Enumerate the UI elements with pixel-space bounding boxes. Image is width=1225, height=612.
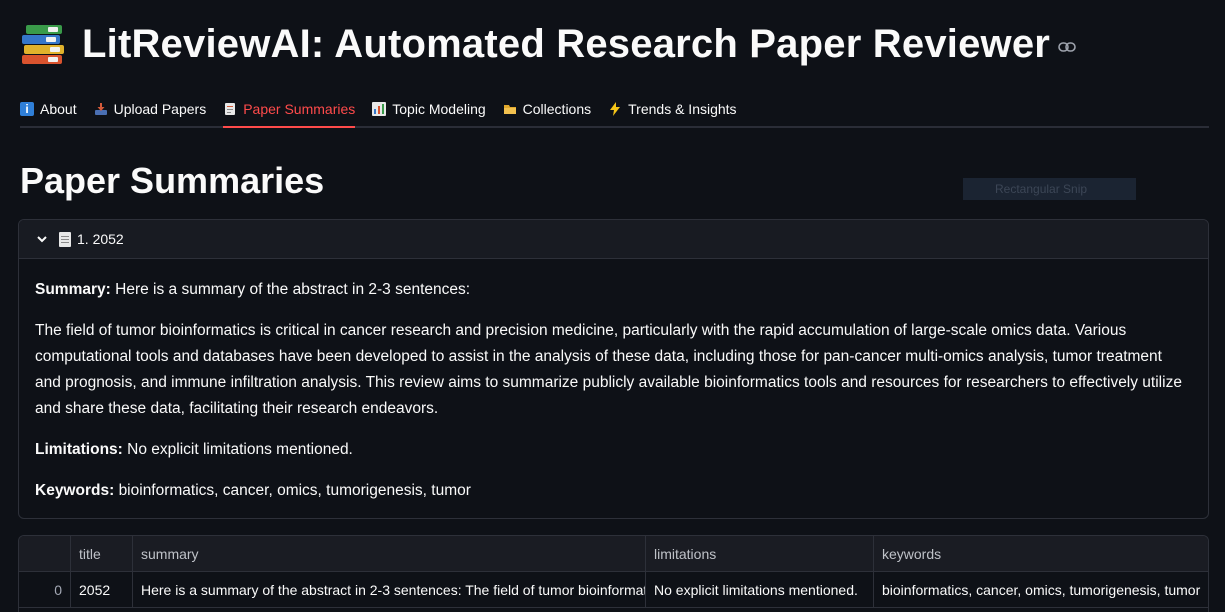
page-icon [59,231,71,247]
column-header-limitations[interactable]: limitations [646,536,874,572]
tab-label: Paper Summaries [243,101,356,117]
paper-expander: 1. 2052 Summary: Here is a summary of th… [18,219,1209,519]
table-cell-summary[interactable]: Here is a summary of the abstract in 2-3… [133,572,646,608]
tab-label: Collections [522,101,592,117]
expander-body: Summary: Here is a summary of the abstra… [19,259,1208,504]
page-heading: Paper Summaries [20,160,325,201]
info-icon: i [20,102,34,116]
summary-line: Summary: Here is a summary of the abstra… [35,277,1192,303]
tab-label: Trends & Insights [628,101,737,117]
link-icon[interactable] [1058,41,1076,53]
column-header-summary[interactable]: summary [133,536,646,572]
limitations-line: Limitations: No explicit limitations men… [35,437,1192,463]
inbox-tray-icon [94,102,108,116]
summary-intro: Here is a summary of the abstract in 2-3… [115,281,471,298]
expander-header[interactable]: 1. 2052 [19,220,1208,259]
table-header-row: title summary limitations keywords [19,536,1208,572]
tab-paper-summaries[interactable]: Paper Summaries [223,92,356,128]
tab-label: About [40,101,77,117]
keywords-line: Keywords: bioinformatics, cancer, omics,… [35,478,1192,504]
snip-overlay: Rectangular Snip [963,178,1136,200]
chevron-down-icon [37,236,47,243]
column-header-index[interactable] [19,536,71,572]
keywords-label: Keywords: [35,482,115,499]
tab-collections[interactable]: Collections [503,92,591,126]
table-row: 0 2052 Here is a summary of the abstract… [19,572,1208,608]
tab-bar: i About Upload Papers Paper Summaries To… [20,92,1209,128]
tab-topic-modeling[interactable]: Topic Modeling [372,92,486,126]
summary-table[interactable]: title summary limitations keywords 0 205… [18,535,1209,612]
bar-chart-icon [372,102,387,116]
limitations-label: Limitations: [35,441,123,458]
tab-label: Topic Modeling [392,101,486,117]
keywords-value: bioinformatics, cancer, omics, tumorigen… [118,482,471,499]
tab-upload-papers[interactable]: Upload Papers [94,92,207,126]
tab-about[interactable]: i About [20,92,77,126]
tab-trends-insights[interactable]: Trends & Insights [608,92,737,126]
column-header-keywords[interactable]: keywords [874,536,1208,572]
column-header-title[interactable]: title [71,536,133,572]
table-cell-limitations[interactable]: No explicit limitations mentioned. [646,572,874,608]
table-cell-title[interactable]: 2052 [71,572,133,608]
tab-label: Upload Papers [113,101,207,117]
page-icon [223,102,237,116]
lightning-icon [608,102,622,116]
app-root: LitReviewAI: Automated Research Paper Re… [0,0,1225,612]
books-icon [20,21,66,67]
folder-icon [503,102,517,116]
app-header: LitReviewAI: Automated Research Paper Re… [20,18,1076,70]
table-cell-keywords[interactable]: bioinformatics, cancer, omics, tumorigen… [874,572,1208,608]
expander-label: 1. 2052 [77,231,124,247]
limitations-value: No explicit limitations mentioned. [127,441,353,458]
summary-label: Summary: [35,281,111,298]
table-cell-index[interactable]: 0 [19,572,71,608]
app-title: LitReviewAI: Automated Research Paper Re… [82,21,1051,66]
summary-body: The field of tumor bioinformatics is cri… [35,322,1182,417]
